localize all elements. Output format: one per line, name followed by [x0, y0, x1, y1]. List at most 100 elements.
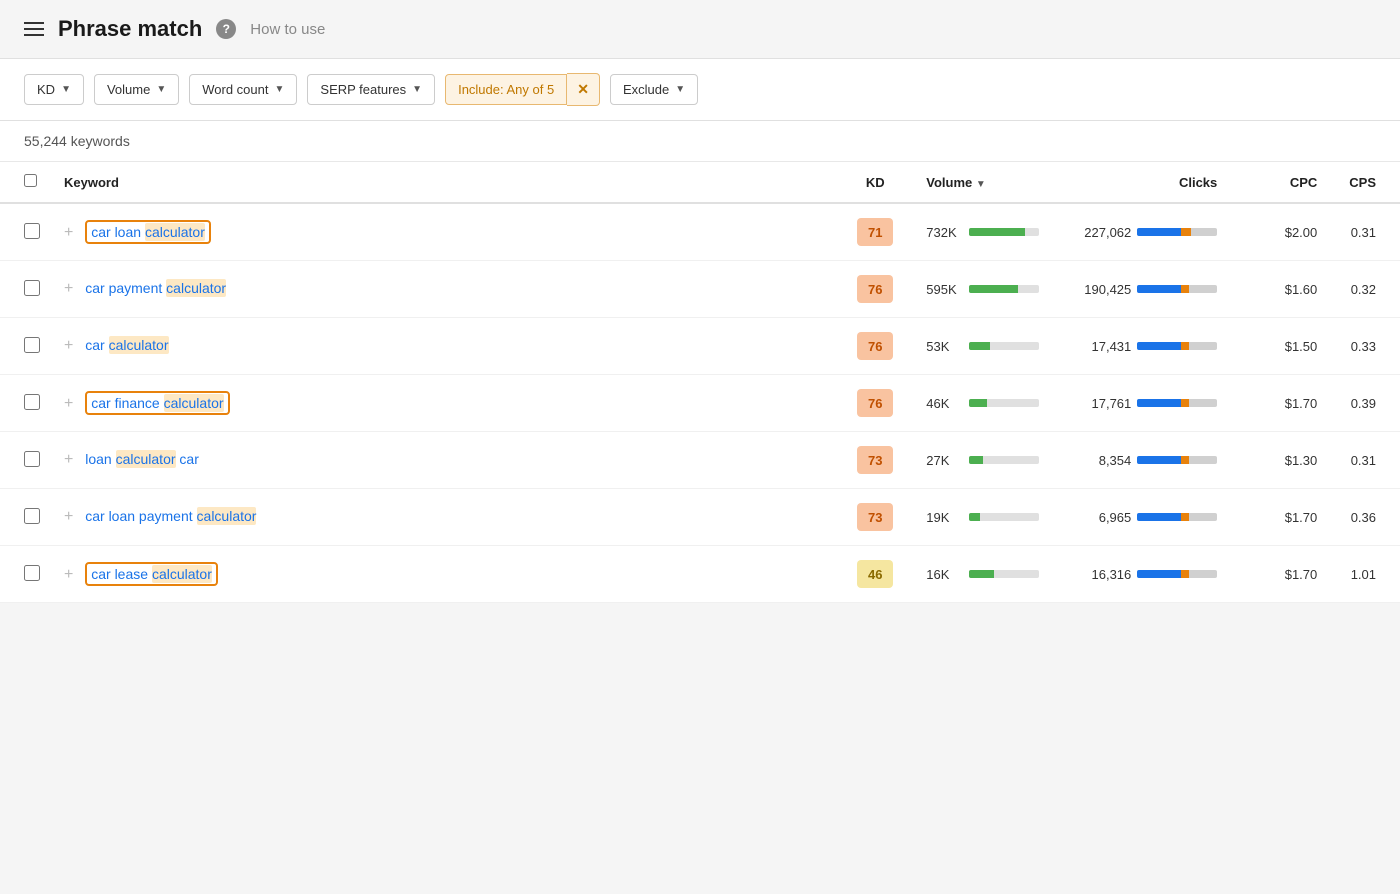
td-cps: 0.31 [1333, 432, 1400, 489]
clicks-bar-blue [1137, 342, 1181, 350]
exclude-filter-button[interactable]: Exclude ▼ [610, 74, 698, 105]
row-checkbox[interactable] [24, 337, 40, 353]
kd-filter-arrow: ▼ [61, 84, 71, 95]
clicks-bar [1137, 513, 1217, 521]
cps-value: 0.33 [1351, 339, 1376, 354]
how-to-use-link[interactable]: How to use [250, 21, 325, 38]
clicks-bar-gray [1189, 342, 1217, 350]
th-cpc[interactable]: CPC [1233, 162, 1333, 203]
select-all-checkbox[interactable] [24, 174, 37, 187]
exclude-filter-arrow: ▼ [675, 84, 685, 95]
clicks-bar-orange [1181, 228, 1191, 236]
th-select-all [0, 162, 48, 203]
th-clicks[interactable]: Clicks [1055, 162, 1233, 203]
add-keyword-button[interactable]: + [64, 337, 73, 354]
keyword-link[interactable]: car lease calculator [91, 565, 212, 583]
th-volume[interactable]: Volume ▼ [910, 162, 1055, 203]
td-cps: 1.01 [1333, 546, 1400, 603]
volume-text: 53K [926, 339, 961, 354]
td-keyword: + car loan calculator [48, 203, 840, 261]
td-cpc: $1.50 [1233, 318, 1333, 375]
td-checkbox [0, 318, 48, 375]
table-row: + car lease calculator 46 16K 16,316 [0, 546, 1400, 603]
hamburger-menu[interactable] [24, 22, 44, 36]
td-kd: 71 [840, 203, 910, 261]
cpc-value: $1.70 [1285, 567, 1318, 582]
th-kd[interactable]: KD [840, 162, 910, 203]
clicks-bar-blue [1137, 228, 1181, 236]
td-clicks: 16,316 [1055, 546, 1233, 603]
include-filter-button[interactable]: Include: Any of 5 [445, 74, 567, 105]
volume-bar-fill [969, 285, 1018, 293]
table-row: + car loan calculator 71 732K 227,062 [0, 203, 1400, 261]
td-keyword: + car lease calculator [48, 546, 840, 603]
row-checkbox[interactable] [24, 394, 40, 410]
volume-bar-fill [969, 342, 990, 350]
keyword-link[interactable]: loan calculator car [85, 450, 199, 468]
volume-bar-fill [969, 456, 983, 464]
td-volume: 595K [910, 261, 1055, 318]
td-kd: 76 [840, 261, 910, 318]
clicks-bar-blue [1137, 285, 1181, 293]
th-cps[interactable]: CPS [1333, 162, 1400, 203]
row-checkbox[interactable] [24, 565, 40, 581]
cps-value: 0.31 [1351, 453, 1376, 468]
volume-bar-fill [969, 513, 980, 521]
volume-text: 19K [926, 510, 961, 525]
serp-features-filter-button[interactable]: SERP features ▼ [307, 74, 435, 105]
add-keyword-button[interactable]: + [64, 508, 73, 525]
filters-bar: KD ▼ Volume ▼ Word count ▼ SERP features… [0, 59, 1400, 121]
cpc-value: $1.70 [1285, 396, 1318, 411]
word-count-filter-button[interactable]: Word count ▼ [189, 74, 297, 105]
clicks-bar-gray [1189, 513, 1217, 521]
add-keyword-button[interactable]: + [64, 280, 73, 297]
keyword-link[interactable]: car loan payment calculator [85, 507, 256, 525]
td-clicks: 17,761 [1055, 375, 1233, 432]
clicks-bar-orange [1181, 456, 1189, 464]
table-header-row: Keyword KD Volume ▼ Clicks CPC CPS [0, 162, 1400, 203]
volume-bar-container: 27K [926, 453, 1039, 468]
add-keyword-button[interactable]: + [64, 566, 73, 583]
td-cps: 0.39 [1333, 375, 1400, 432]
row-checkbox[interactable] [24, 223, 40, 239]
add-keyword-button[interactable]: + [64, 451, 73, 468]
row-checkbox[interactable] [24, 280, 40, 296]
clicks-bar-gray [1189, 285, 1217, 293]
td-checkbox [0, 432, 48, 489]
row-checkbox[interactable] [24, 451, 40, 467]
clicks-bar [1137, 456, 1217, 464]
th-keyword[interactable]: Keyword [48, 162, 840, 203]
row-checkbox[interactable] [24, 508, 40, 524]
clicks-bar-orange [1181, 399, 1189, 407]
keyword-link[interactable]: car finance calculator [91, 394, 223, 412]
cpc-value: $1.30 [1285, 453, 1318, 468]
kd-badge: 76 [857, 275, 893, 303]
kd-badge: 71 [857, 218, 893, 246]
td-clicks: 8,354 [1055, 432, 1233, 489]
cps-value: 1.01 [1351, 567, 1376, 582]
td-keyword: + loan calculator car [48, 432, 840, 489]
keyword-link[interactable]: car calculator [85, 336, 168, 354]
volume-bar [969, 285, 1039, 293]
table-row: + car calculator 76 53K 17,431 [0, 318, 1400, 375]
cpc-value: $2.00 [1285, 225, 1318, 240]
add-keyword-button[interactable]: + [64, 224, 73, 241]
page-header: Phrase match ? How to use [0, 0, 1400, 59]
keyword-highlight: calculator [152, 565, 212, 583]
add-keyword-button[interactable]: + [64, 395, 73, 412]
td-cpc: $1.30 [1233, 432, 1333, 489]
keyword-link[interactable]: car loan calculator [91, 223, 205, 241]
clicks-bar-wrap: 190,425 [1071, 282, 1217, 297]
table-row: + loan calculator car 73 27K 8,354 [0, 432, 1400, 489]
help-icon[interactable]: ? [216, 19, 236, 39]
td-kd: 73 [840, 432, 910, 489]
keyword-link[interactable]: car payment calculator [85, 279, 226, 297]
keyword-outlined: car loan calculator [85, 220, 211, 244]
include-filter-close-button[interactable]: ✕ [567, 73, 600, 106]
table-row: + car loan payment calculator 73 19K 6,9… [0, 489, 1400, 546]
td-checkbox [0, 489, 48, 546]
clicks-bar-blue [1137, 570, 1181, 578]
volume-filter-button[interactable]: Volume ▼ [94, 74, 179, 105]
kd-filter-button[interactable]: KD ▼ [24, 74, 84, 105]
clicks-bar [1137, 399, 1217, 407]
